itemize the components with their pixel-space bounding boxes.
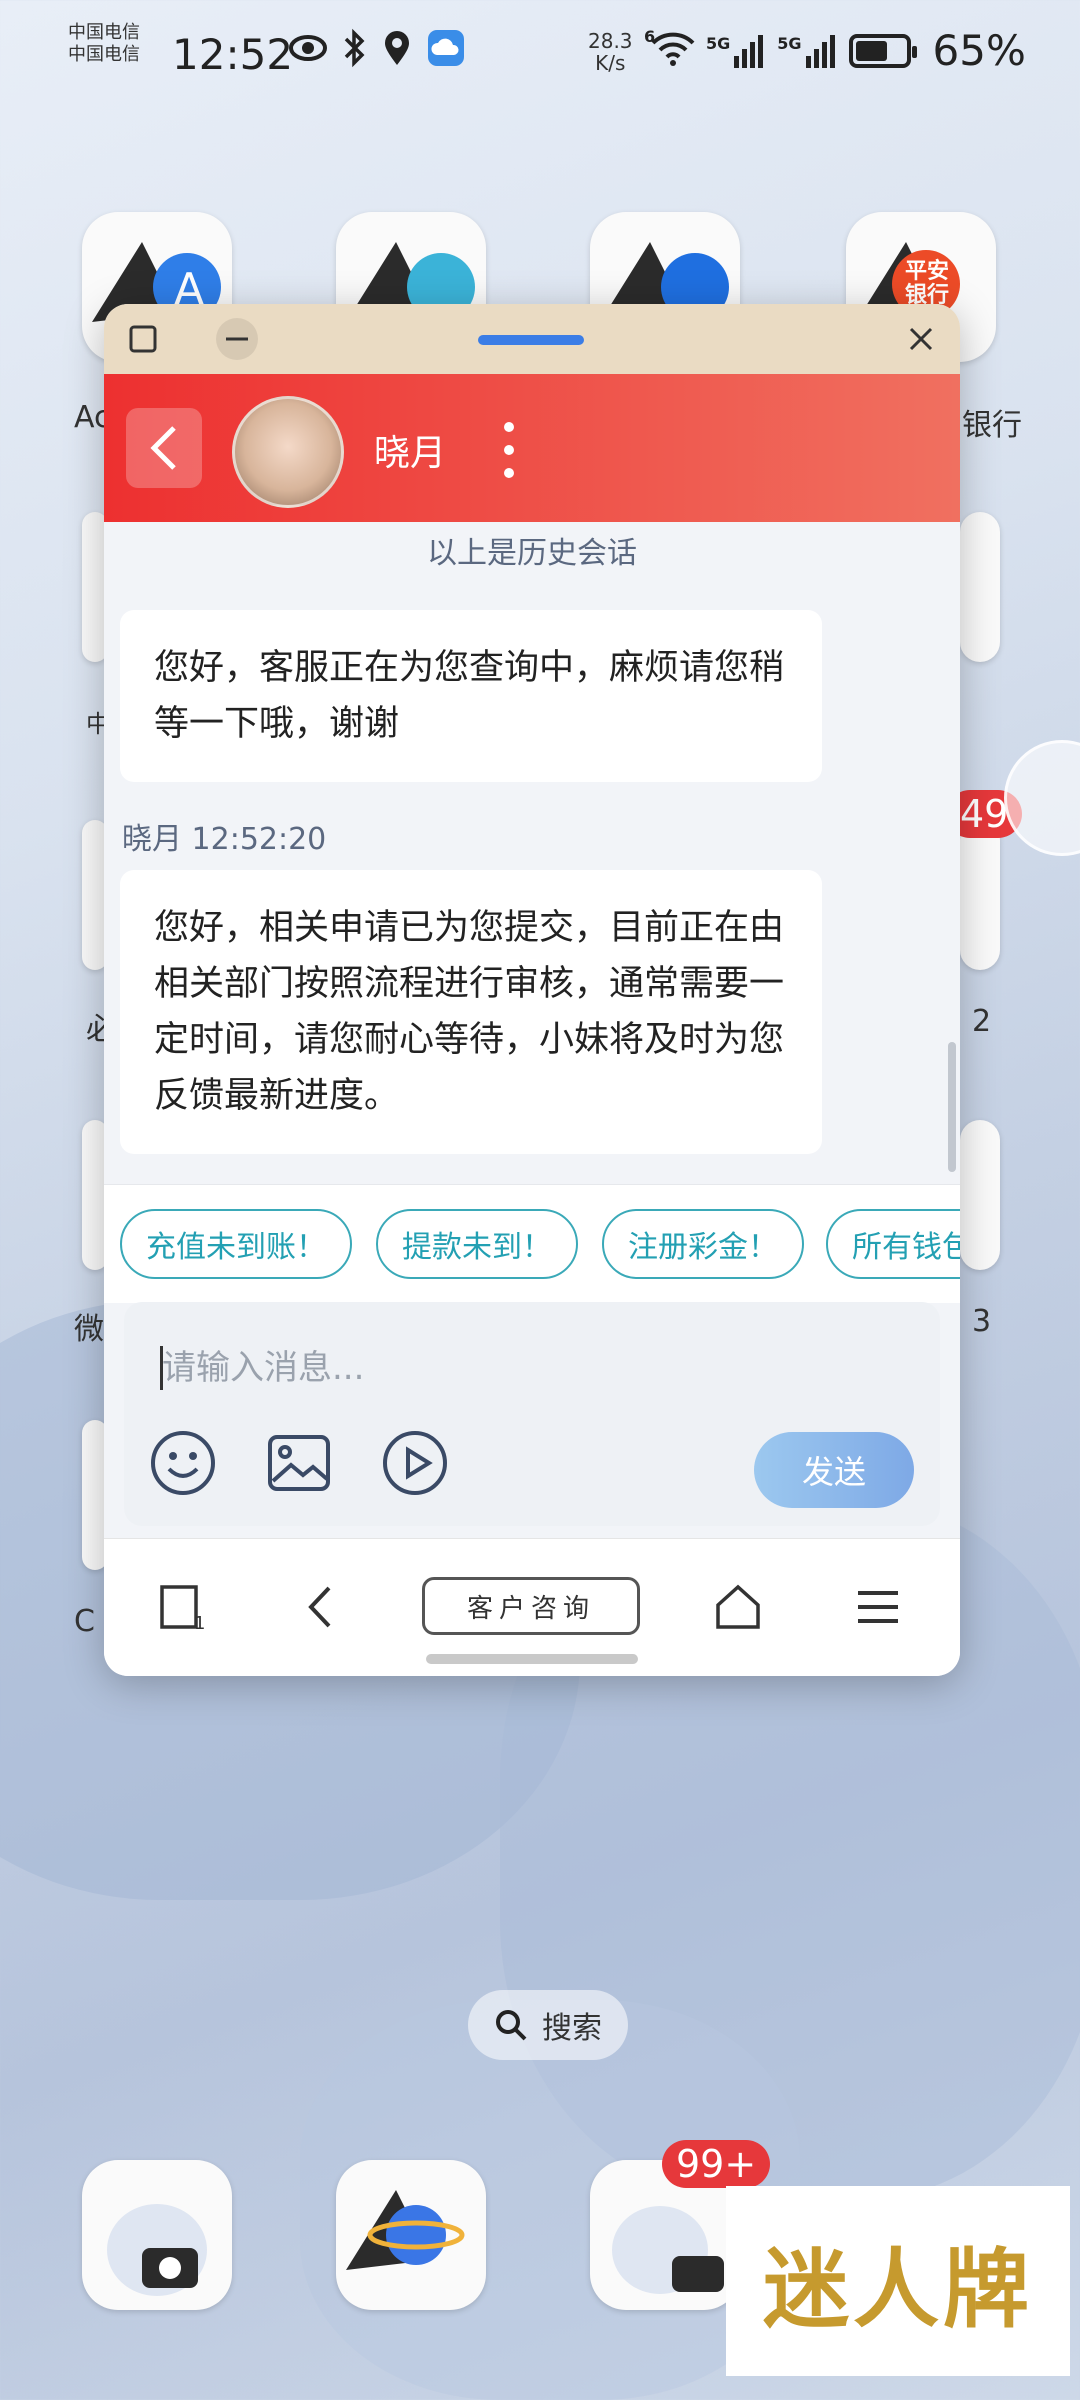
status-icons-left — [288, 28, 466, 77]
home-search-pill[interactable]: 搜索 — [468, 1990, 628, 2060]
video-play-icon[interactable] — [380, 1428, 450, 1498]
network-speed: 28.3 K/s — [588, 30, 633, 74]
text-caret — [160, 1346, 163, 1390]
floating-ball[interactable] — [1004, 740, 1080, 856]
watermark-logo: 迷人牌 — [726, 2186, 1070, 2376]
search-icon — [496, 2010, 527, 2041]
dock-browser-app[interactable] — [336, 2160, 486, 2310]
bank-icon-text: 平安银行 — [904, 259, 949, 308]
send-button[interactable]: 发送 — [754, 1432, 914, 1508]
status-bar: 中国电信 中国电信 12:52 28.3 K/s 6 5G 5G 65% — [0, 0, 1080, 110]
dock-camera-app[interactable] — [82, 2160, 232, 2310]
input-panel: 发送 — [124, 1302, 940, 1526]
carrier-2: 中国电信 — [68, 44, 140, 65]
home-icon[interactable] — [710, 1577, 766, 1637]
history-divider: 以上是历史会话 — [427, 536, 637, 571]
floating-chat-window: 晓月 以上是历史会话 您好，客服正在为您查询中，麻烦请您稍等一下哦，谢谢 晓月 … — [104, 304, 960, 1676]
close-icon[interactable] — [900, 318, 942, 360]
quick-reply-row: 充值未到账！ 提款未到！ 注册彩金！ 所有钱包 — [104, 1184, 960, 1303]
window-title-bar[interactable] — [104, 304, 960, 374]
minimize-icon[interactable] — [216, 318, 258, 360]
app-label-left-low: 微 — [74, 1312, 104, 1347]
app-icon-right-2[interactable] — [960, 512, 1000, 662]
chevron-left-icon — [150, 426, 176, 470]
message-list[interactable]: 以上是历史会话 您好，客服正在为您查询中，麻烦请您稍等一下哦，谢谢 晓月 12:… — [104, 522, 960, 1184]
search-label: 搜索 — [542, 2011, 602, 2046]
sim1-tag: 5G — [706, 33, 731, 53]
cloud-icon — [426, 28, 466, 77]
drag-handle[interactable] — [478, 335, 584, 345]
app-label-right-low: 3 — [972, 1304, 992, 1339]
status-icons-right: 6 5G 5G 65% — [644, 26, 1026, 75]
message-input[interactable] — [160, 1342, 864, 1394]
quick-reply-chip[interactable]: 充值未到账！ — [120, 1209, 352, 1279]
agent-avatar[interactable] — [232, 396, 344, 508]
agent-name: 晓月 — [374, 433, 447, 474]
message-bubble: 您好，客服正在为您查询中，麻烦请您稍等一下哦，谢谢 — [120, 610, 822, 782]
menu-icon[interactable] — [850, 1577, 906, 1637]
battery-icon — [848, 33, 917, 68]
bluetooth-icon — [342, 28, 368, 77]
app-label-left-bottom: C — [74, 1604, 95, 1639]
net-speed-unit: K/s — [595, 51, 626, 75]
signal-sim2-icon: 5G — [777, 34, 838, 68]
customer-service-button[interactable]: 客户咨询 — [422, 1577, 640, 1635]
maximize-icon[interactable] — [122, 318, 164, 360]
battery-percent: 65% — [932, 26, 1026, 75]
emoji-icon[interactable] — [148, 1428, 218, 1498]
location-icon — [382, 28, 412, 77]
quick-reply-chip[interactable]: 所有钱包 — [826, 1209, 960, 1279]
browser-back-icon[interactable] — [300, 1577, 340, 1637]
window-resize-handle[interactable] — [426, 1654, 638, 1664]
wifi-icon: 6 — [644, 27, 696, 71]
more-options-icon[interactable] — [494, 422, 524, 478]
app-icon-right-3[interactable] — [960, 820, 1000, 970]
signal-sim1-icon: 5G — [706, 34, 767, 68]
battery-fill — [855, 40, 887, 61]
sim2-tag: 5G — [777, 33, 802, 53]
tabs-button[interactable]: 1 — [154, 1577, 210, 1637]
message-bubble: 您好，相关申请已为您提交，目前正在由相关部门按照流程进行审核，通常需要一定时间，… — [120, 870, 822, 1154]
planet-icon — [346, 2190, 465, 2270]
app-icon-right-4[interactable] — [960, 1120, 1000, 1270]
net-speed-value: 28.3 — [588, 29, 633, 53]
tab-count: 1 — [194, 1613, 206, 1634]
carrier-1: 中国电信 — [68, 22, 140, 43]
quick-reply-chip[interactable]: 提款未到！ — [376, 1209, 578, 1279]
app-label-right-mid: 2 — [972, 1004, 992, 1039]
back-button[interactable] — [126, 408, 202, 488]
clock: 12:52 — [172, 30, 294, 79]
chat-header: 晓月 — [104, 374, 960, 522]
eye-icon — [288, 28, 328, 77]
quick-reply-chip[interactable]: 注册彩金！ — [602, 1209, 804, 1279]
message-sender-time: 晓月 12:52:20 — [122, 822, 327, 857]
wifi-tag: 6 — [644, 26, 656, 46]
image-icon[interactable] — [264, 1428, 334, 1498]
scrollbar[interactable] — [948, 1042, 956, 1172]
notification-badge: 99+ — [662, 2140, 771, 2188]
carrier-info: 中国电信 中国电信 — [68, 22, 140, 66]
camera-icon — [107, 2204, 207, 2296]
app-label-right-top: 银行 — [962, 408, 1022, 443]
